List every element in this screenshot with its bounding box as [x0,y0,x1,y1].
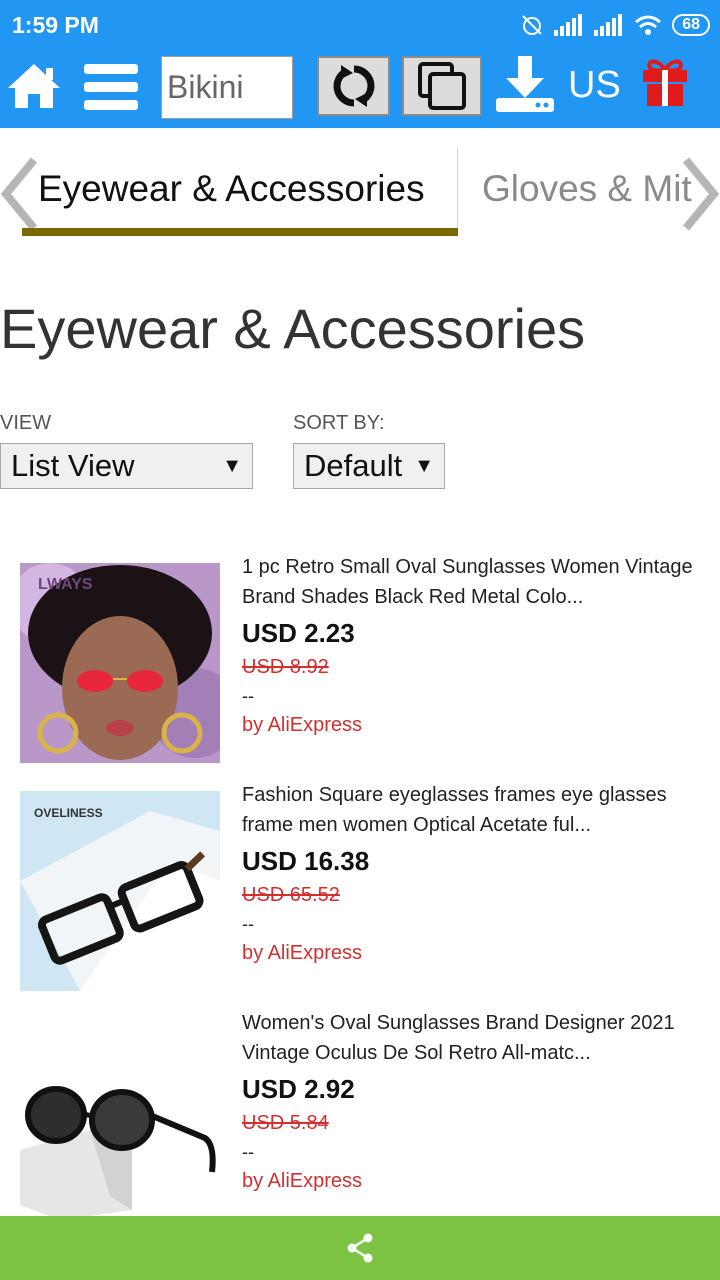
view-select-value: List View [11,448,135,483]
refresh-button[interactable] [317,56,390,116]
menu-button[interactable] [84,64,138,110]
product-seller[interactable]: by AliExpress [242,1170,362,1193]
product-image-brand-text: LWAYS [38,576,93,593]
chevron-right-icon [682,157,720,231]
refresh-icon [333,65,374,107]
sort-select-value: Default [304,448,403,483]
product-extra: -- [242,1142,254,1162]
top-toolbar: US [0,50,720,128]
tab-gloves-mittens[interactable]: Gloves & Mittens [482,168,692,210]
product-extra: -- [242,686,254,706]
sort-label: SORT BY: [293,412,385,434]
chevron-left-icon [0,157,38,231]
download-icon [496,56,554,112]
category-tabs: Eyewear & Accessories Gloves & Mittens [0,128,720,238]
product-title[interactable]: Fashion Square eyeglasses frames eye gla… [242,780,720,840]
status-icons: 68 [520,12,710,38]
product-image-brand-text: OVELINESS [34,806,103,820]
view-select[interactable]: List View ▼ [0,443,253,489]
product-extra: -- [242,914,254,934]
product-seller[interactable]: by AliExpress [242,714,362,737]
share-bar[interactable] [0,1216,720,1280]
product-original-price: USD 65.52 [242,884,340,906]
tab-divider [457,148,458,228]
product-photo-eyeglasses: OVELINESS [20,791,220,991]
copy-icon [418,62,466,110]
product-title[interactable]: Women's Oval Sunglasses Brand Designer 2… [242,1008,720,1068]
dropdown-arrow-icon: ▼ [222,455,242,477]
search-input[interactable] [161,56,293,119]
status-time: 1:59 PM [12,12,99,38]
product-item[interactable]: OVELINESS Fashion Square eyeglasses fram… [0,780,720,991]
product-photo-sunglasses-woman: LWAYS [20,563,220,763]
battery-level: 68 [672,14,710,36]
signal-icon [554,14,583,36]
menu-icon-bar [84,100,138,110]
product-item[interactable]: LWAYS 1 pc Retro Small Oval Sunglasses W… [0,552,720,763]
product-seller[interactable]: by AliExpress [242,942,362,965]
product-original-price: USD 5.84 [242,1112,329,1134]
alarm-off-icon [522,15,542,35]
page-title: Eyewear & Accessories [0,297,586,360]
sort-select[interactable]: Default ▼ [293,443,445,489]
gift-icon [643,59,687,106]
share-icon [347,1233,373,1263]
product-price: USD 16.38 [242,846,370,876]
product-title[interactable]: 1 pc Retro Small Oval Sunglasses Women V… [242,552,720,612]
product-image[interactable]: OVELINESS [20,791,220,991]
product-price: USD 2.92 [242,1074,355,1104]
product-photo-round-sunglasses [20,1020,220,1220]
active-tab-indicator [22,228,458,236]
product-item[interactable]: Women's Oval Sunglasses Brand Designer 2… [0,1008,720,1220]
tab-next-button[interactable] [680,156,720,232]
home-button[interactable] [6,62,62,110]
menu-icon-bar [84,82,138,92]
wifi-icon [635,15,662,35]
menu-icon [84,64,138,74]
product-image[interactable]: LWAYS [20,563,220,763]
locale-button[interactable]: US [568,64,621,107]
product-price: USD 2.23 [242,618,355,648]
status-bar: 1:59 PM 68 [0,0,720,50]
product-image[interactable] [20,1020,220,1220]
dropdown-arrow-icon: ▼ [414,455,434,477]
copy-button[interactable] [402,56,482,116]
signal-icon-2 [594,14,623,36]
product-original-price: USD 8.92 [242,656,329,678]
view-label: VIEW [0,412,52,434]
tab-prev-button[interactable] [0,156,40,232]
gift-button[interactable] [640,58,690,108]
tab-eyewear-accessories[interactable]: Eyewear & Accessories [38,168,425,210]
download-button[interactable] [494,54,556,116]
home-icon [8,64,60,108]
